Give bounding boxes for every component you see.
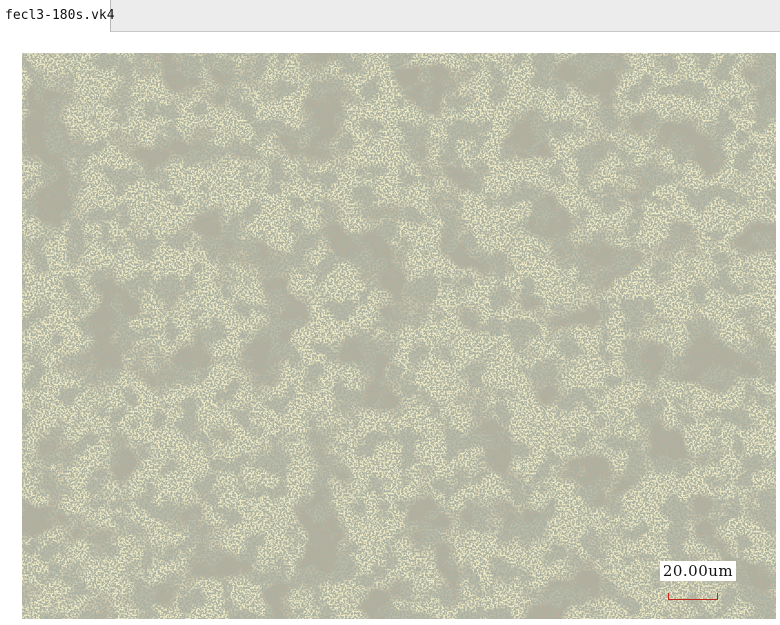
micrograph-texture bbox=[22, 53, 776, 619]
tab-bar: fecl3-180s.vk4 bbox=[0, 0, 780, 32]
tab-file[interactable]: fecl3-180s.vk4 bbox=[0, 0, 115, 32]
scale-bar-line bbox=[668, 593, 718, 600]
tab-file-label: fecl3-180s.vk4 bbox=[5, 8, 115, 23]
scale-bar: 20.00um bbox=[660, 561, 736, 601]
image-viewer: 20.00um bbox=[0, 33, 780, 625]
scale-bar-label: 20.00um bbox=[660, 561, 736, 581]
micrograph-image[interactable]: 20.00um bbox=[22, 53, 776, 619]
